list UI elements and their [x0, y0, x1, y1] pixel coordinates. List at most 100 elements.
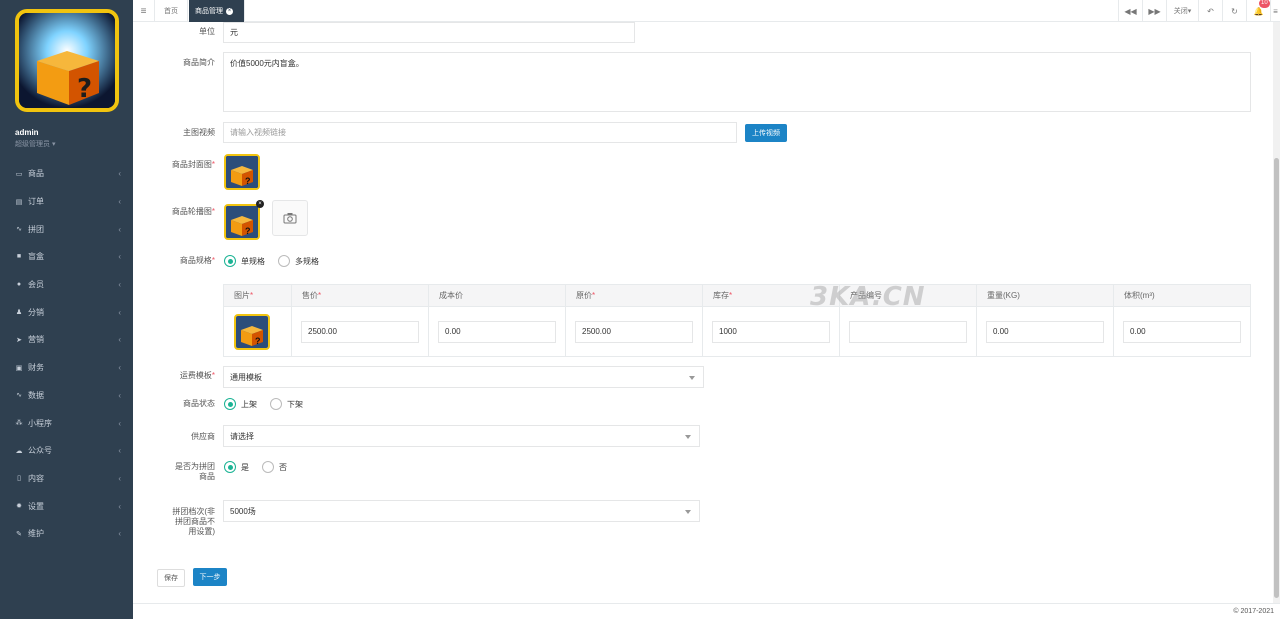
tab-product-management[interactable]: 商品管理 × — [189, 0, 245, 22]
menu-toggle-icon[interactable]: ≡ — [133, 0, 155, 22]
spec-input[interactable] — [849, 320, 967, 343]
sidebar-item-7[interactable]: ▣ 财务 ‹ — [0, 354, 133, 382]
sidebar-item-12[interactable]: ✹ 设置 ‹ — [0, 492, 133, 520]
top-bar: ≡ 首页 商品管理 × ◀◀ ▶▶ 关闭▾ ↶ ↻ 🔔 10 ≡ — [133, 0, 1280, 22]
video-url-input[interactable]: 请输入视频链接 — [223, 122, 737, 143]
svg-text:?: ? — [245, 176, 251, 186]
sidebar-item-2[interactable]: ∿ 拼团 ‹ — [0, 215, 133, 243]
spec-image[interactable]: ? — [234, 313, 270, 350]
sidebar-item-13[interactable]: ✎ 维护 ‹ — [0, 520, 133, 548]
chevron-left-icon: ‹ — [118, 363, 121, 373]
product-form: 单位 元 商品简介 价值5000元内盲盒。 主图视频 请输入视频链接 上传视频 … — [133, 22, 1273, 603]
sidebar-item-label: 公众号 — [28, 446, 52, 456]
next-step-button[interactable]: 下一步 — [193, 568, 227, 586]
sidebar-item-label: 小程序 — [28, 418, 52, 428]
back-icon[interactable]: ↶ — [1198, 0, 1222, 22]
upload-video-button[interactable]: 上传视频 — [745, 124, 787, 142]
spec-header-cell: 售价 * — [292, 285, 429, 306]
sidebar-item-0[interactable]: ▭ 商品 ‹ — [0, 160, 133, 188]
cover-image[interactable]: ? — [224, 154, 260, 190]
spec-multi-option[interactable]: 多规格 — [278, 255, 319, 267]
sidebar-item-1[interactable]: ▤ 订单 ‹ — [0, 188, 133, 216]
spec-input[interactable]: 2500.00 — [301, 320, 419, 343]
radio-icon[interactable] — [224, 255, 236, 267]
sidebar-item-label: 内容 — [28, 473, 44, 483]
group-no-option[interactable]: 否 — [262, 461, 287, 473]
spec-single-label: 单规格 — [241, 256, 265, 266]
sidebar-item-label: 会员 — [28, 280, 44, 290]
sidebar-item-8[interactable]: ∿ 数据 ‹ — [0, 382, 133, 410]
tab-home[interactable]: 首页 — [155, 0, 188, 22]
spec-input[interactable]: 1000 — [712, 320, 830, 343]
spec-input[interactable]: 2500.00 — [575, 320, 693, 343]
more-icon[interactable]: ≡ — [1270, 0, 1280, 22]
unit-input[interactable]: 元 — [223, 22, 635, 43]
sidebar-item-5[interactable]: ♟ 分销 ‹ — [0, 298, 133, 326]
chevron-down-icon — [685, 510, 691, 514]
radio-icon[interactable] — [224, 461, 236, 473]
sidebar-item-label: 财务 — [28, 363, 44, 373]
spec-input[interactable]: 0.00 — [986, 320, 1104, 343]
save-button[interactable]: 保存 — [157, 569, 185, 587]
spec-table: 图片 * 售价 * 成本价 原价 * 库存 * 产品编号 重量(KG) 体积(m³) ? 2500.00… — [223, 284, 1251, 357]
close-tabs-dropdown[interactable]: 关闭▾ — [1166, 0, 1198, 22]
scrollbar-thumb[interactable] — [1274, 158, 1279, 598]
scroll-right-icon[interactable]: ▶▶ — [1142, 0, 1166, 22]
tier-label: 拼团档次(非 拼团商品不 用设置) — [172, 507, 215, 536]
sidebar-item-6[interactable]: ➤ 营销 ‹ — [0, 326, 133, 354]
shipping-template-select[interactable]: 通用模板 — [223, 366, 704, 388]
group-yes-option[interactable]: 是 — [224, 461, 249, 473]
radio-icon[interactable] — [262, 461, 274, 473]
user-role[interactable]: 超级管理员 ▾ — [15, 139, 55, 149]
status-on-option[interactable]: 上架 — [224, 398, 257, 410]
sidebar-item-9[interactable]: ⁂ 小程序 ‹ — [0, 409, 133, 437]
sidebar-item-4[interactable]: ● 会员 ‹ — [0, 271, 133, 299]
notification-badge: 10 — [1259, 0, 1270, 8]
spec-single-option[interactable]: 单规格 — [224, 255, 265, 267]
radio-icon[interactable] — [224, 398, 236, 410]
logo: ? — [15, 9, 119, 112]
chevron-left-icon: ‹ — [118, 501, 121, 511]
scroll-left-icon[interactable]: ◀◀ — [1118, 0, 1142, 22]
nav-icon: ● — [16, 281, 22, 289]
supplier-value: 请选择 — [230, 431, 254, 441]
spec-cell: 0.00 — [977, 307, 1114, 356]
sidebar-item-3[interactable]: ■ 盲盒 ‹ — [0, 243, 133, 271]
chevron-left-icon: ‹ — [118, 307, 121, 317]
sidebar-item-10[interactable]: ☁ 公众号 ‹ — [0, 437, 133, 465]
sidebar-item-label: 拼团 — [28, 224, 44, 234]
chevron-left-icon: ‹ — [118, 197, 121, 207]
svg-text:?: ? — [255, 336, 261, 346]
intro-textarea[interactable]: 价值5000元内盲盒。 — [223, 52, 1251, 112]
supplier-select[interactable]: 请选择 — [223, 425, 700, 447]
remove-image-icon[interactable]: × — [256, 200, 264, 208]
carousel-image[interactable]: ? — [224, 204, 260, 240]
tab-close-icon[interactable]: × — [226, 7, 233, 15]
radio-icon[interactable] — [278, 255, 290, 267]
chevron-left-icon: ‹ — [118, 418, 121, 428]
status-off-option[interactable]: 下架 — [270, 398, 303, 410]
sidebar: ? admin 超级管理员 ▾ ▭ 商品 ‹ ▤ 订单 ‹ ∿ 拼团 ‹ ■ 盲盒 ‹ ● 会员 ‹ ♟ 分销 ‹… — [0, 0, 133, 619]
table-row: ? 2500.00 0.00 2500.00 1000 0.00 0.00 — [224, 307, 1250, 356]
user-info[interactable]: admin 超级管理员 ▾ — [15, 128, 55, 149]
spec-image-cell[interactable]: ? — [224, 307, 292, 356]
spec-cell — [840, 307, 977, 356]
sidebar-item-label: 商品 — [28, 169, 44, 179]
spec-input[interactable]: 0.00 — [438, 320, 556, 343]
scrollbar[interactable] — [1273, 22, 1280, 603]
radio-icon[interactable] — [270, 398, 282, 410]
sidebar-item-label: 设置 — [28, 501, 44, 511]
tier-value: 5000场 — [230, 506, 256, 516]
svg-text:?: ? — [245, 226, 251, 236]
group-tier-select[interactable]: 5000场 — [223, 500, 700, 522]
sidebar-item-11[interactable]: ▯ 内容 ‹ — [0, 465, 133, 493]
spec-input[interactable]: 0.00 — [1123, 320, 1241, 343]
spec-cell: 2500.00 — [292, 307, 429, 356]
carousel-label: 商品轮播图* — [171, 207, 215, 216]
group-label: 是否为拼团 商品 — [175, 462, 215, 481]
nav-icon: ▭ — [15, 170, 23, 178]
notification-bell-icon[interactable]: 🔔 10 — [1246, 0, 1270, 22]
refresh-icon[interactable]: ↻ — [1222, 0, 1246, 22]
add-carousel-camera-icon[interactable] — [272, 200, 308, 236]
unit-label: 单位 — [199, 27, 215, 36]
